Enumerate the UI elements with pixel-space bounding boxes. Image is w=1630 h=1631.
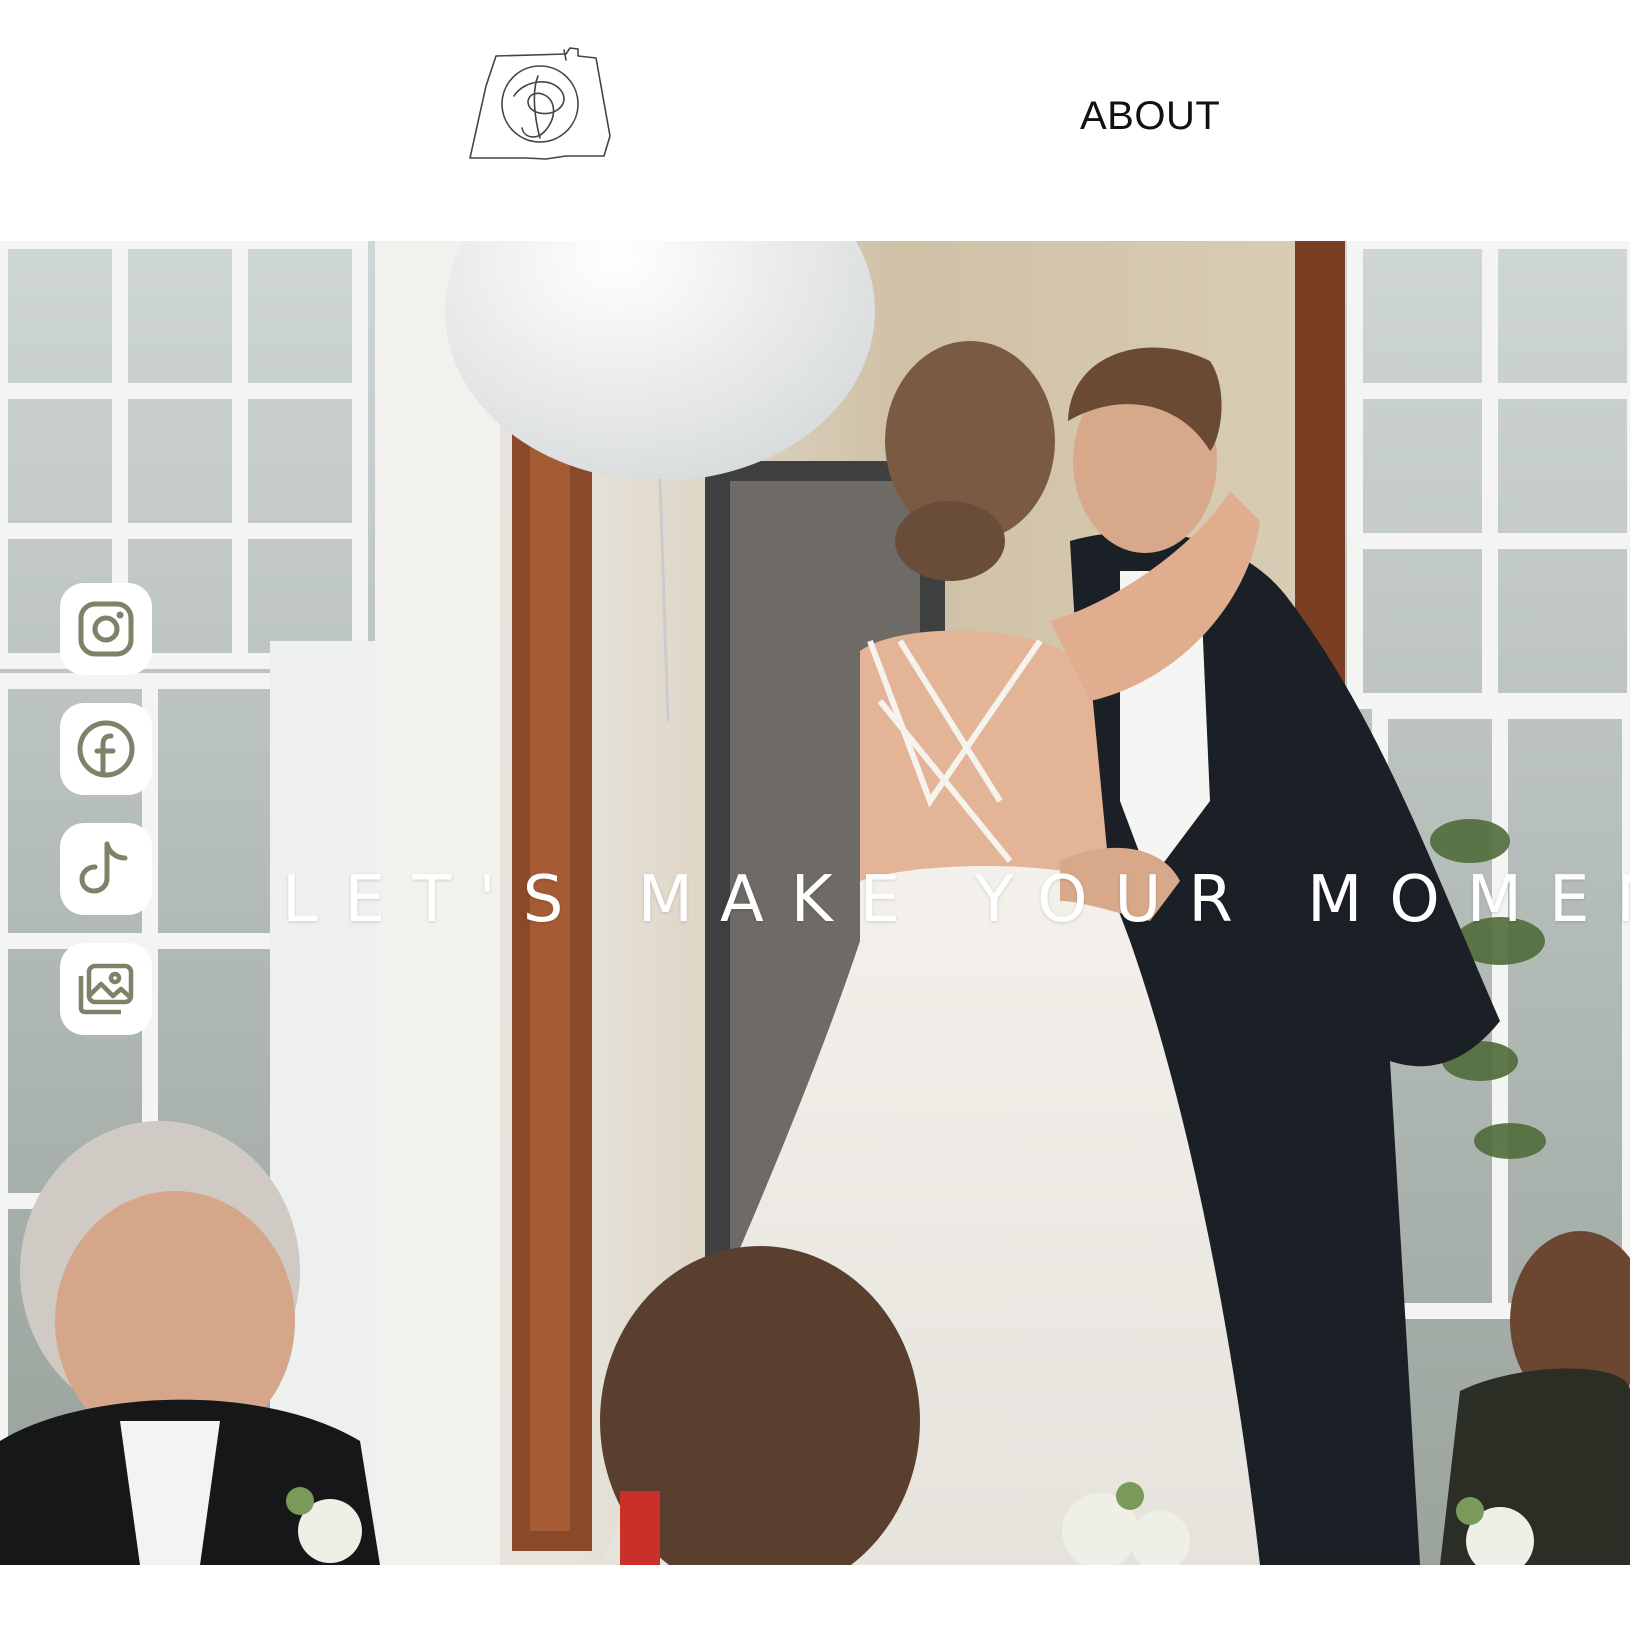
gallery-icon <box>78 963 134 1015</box>
page: ABOUT LET'S MAKE YOUR MOMENT <box>0 0 1630 1631</box>
site-header: ABOUT <box>0 0 1630 241</box>
circle-monogram-logo[interactable] <box>466 46 616 164</box>
hero-headline: LET'S MAKE YOUR MOMENT <box>282 863 1630 937</box>
facebook-icon <box>77 720 135 778</box>
tiktok-icon <box>79 841 128 894</box>
nav-about-link[interactable]: ABOUT <box>1080 94 1220 139</box>
gallery-button[interactable] <box>60 943 152 1035</box>
hero-section: LET'S MAKE YOUR MOMENT <box>0 241 1630 1565</box>
tiktok-button[interactable] <box>60 823 152 915</box>
instagram-icon <box>78 601 134 657</box>
social-links <box>60 583 152 1063</box>
facebook-button[interactable] <box>60 703 152 795</box>
instagram-button[interactable] <box>60 583 152 675</box>
page-bottom <box>0 1565 1630 1631</box>
